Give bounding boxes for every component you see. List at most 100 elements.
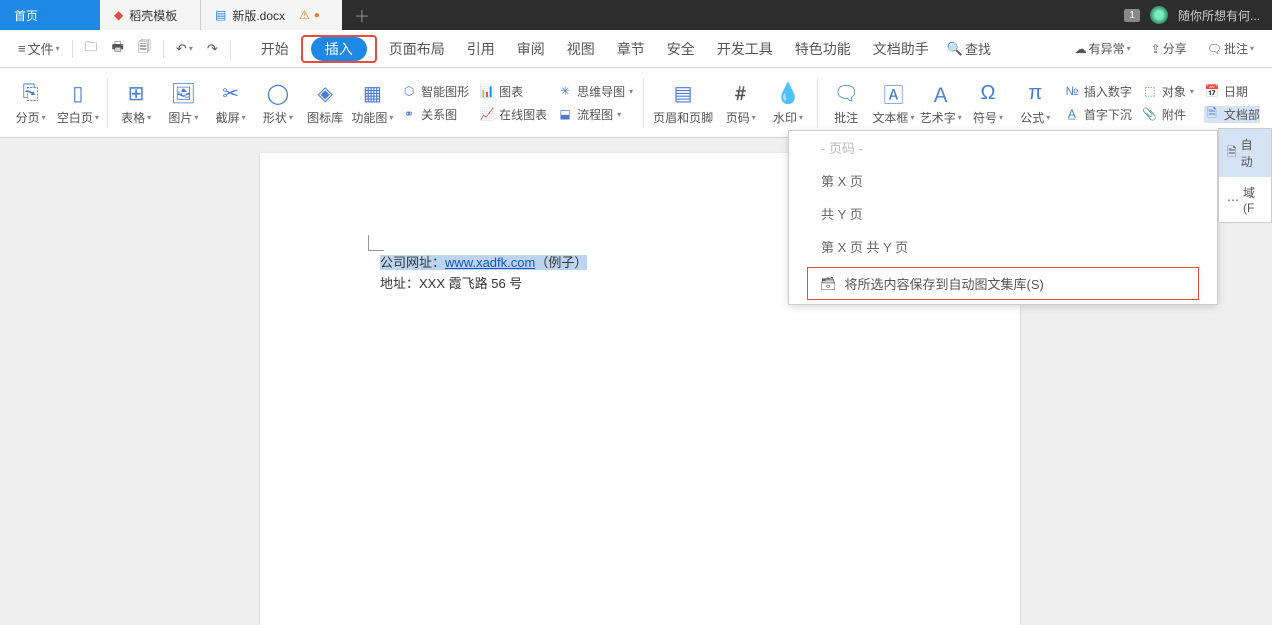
preview-icon[interactable]: 🗐: [132, 35, 157, 63]
ribbon-funcchart[interactable]: ▦ 功能图▾: [350, 72, 395, 134]
ribbon-comment[interactable]: 🗨 批注: [824, 72, 869, 134]
doc-line1-link[interactable]: www.xadfk.com: [445, 255, 535, 270]
ribbon-textbox[interactable]: 🄰 文本框▾: [871, 72, 916, 134]
menu-view[interactable]: 视图: [557, 35, 605, 63]
iconlib-icon: ◈: [311, 79, 339, 107]
ribbon-attach[interactable]: 📎附件: [1142, 106, 1194, 123]
ribbon-formula[interactable]: π 公式▾: [1013, 72, 1058, 134]
warn-icon: ⚠: [299, 8, 310, 22]
tab-template[interactable]: ◆ 稻壳模板: [100, 0, 200, 30]
share-button[interactable]: ⇪ 分享: [1145, 37, 1193, 60]
dropdown-pagenum: - 页码 -: [789, 131, 1217, 164]
chart-icon: 📊: [479, 83, 495, 99]
menu-review[interactable]: 审阅: [507, 35, 555, 63]
ribbon-headerfooter[interactable]: ▤ 页眉和页脚: [650, 72, 716, 134]
search-button[interactable]: 🔍 查找: [941, 36, 997, 61]
date-icon: 📅: [1204, 83, 1220, 99]
doc-icon: ▤: [215, 8, 226, 22]
docpart-side-panel: 🗎自动 ⋯域(F: [1218, 128, 1272, 223]
dropdown-pagex-totaly[interactable]: 第 X 页 共 Y 页: [789, 230, 1217, 263]
save-icon[interactable]: 🗀: [79, 35, 104, 63]
menu-safe[interactable]: 安全: [657, 35, 705, 63]
ribbon-mindmap[interactable]: ✳思维导图▾: [557, 83, 633, 100]
menu-special[interactable]: 特色功能: [785, 35, 861, 63]
pagenum-icon: #️: [727, 79, 755, 107]
dropdown-pagex[interactable]: 第 X 页: [789, 164, 1217, 197]
ribbon-shape[interactable]: ◯ 形状▾: [255, 72, 300, 134]
dropdown-action-label: 将所选内容保存到自动图文集库(S): [845, 274, 1044, 293]
ribbon-table[interactable]: ⊞ 表格▾: [113, 72, 158, 134]
save-gallery-icon: 🗃: [820, 276, 837, 292]
ribbon-insertnum[interactable]: №插入数字: [1064, 83, 1132, 100]
ribbon-chart[interactable]: 📊图表: [479, 83, 547, 100]
ribbon-dropcap[interactable]: A̲首字下沉: [1064, 106, 1132, 123]
textbox-icon: 🄰: [879, 79, 907, 107]
tab-home[interactable]: 首页: [0, 0, 100, 30]
app-icon: ◆: [114, 8, 123, 22]
user-label: 随你所想有何...: [1178, 7, 1260, 24]
tab-document[interactable]: ▤ 新版.docx ⚠ ●: [200, 0, 342, 30]
tab-add-button[interactable]: ＋: [342, 3, 382, 27]
blank-icon: ▯: [64, 79, 92, 107]
menu-insert[interactable]: 插入: [311, 37, 367, 61]
ribbon-watermark[interactable]: 💧 水印▾: [765, 72, 810, 134]
ribbon-iconlib[interactable]: ◈ 图标库: [303, 72, 348, 134]
notif-badge[interactable]: 1: [1124, 9, 1140, 22]
menu-chapter[interactable]: 章节: [607, 35, 655, 63]
pagebreak-icon: ⎘: [17, 79, 45, 107]
ribbon-object[interactable]: ⬚对象▾: [1142, 83, 1194, 100]
ribbon-symbol[interactable]: Ω 符号▾: [965, 72, 1010, 134]
screenshot-icon: ✂: [217, 79, 245, 107]
ribbon-blank[interactable]: ▯ 空白页▾: [55, 72, 100, 134]
field-icon: ⋯: [1227, 193, 1239, 207]
comment-icon: 🗨: [832, 79, 860, 107]
table-icon: ⊞: [122, 79, 150, 107]
menu-helper[interactable]: 文档助手: [863, 35, 939, 63]
menu-dev[interactable]: 开发工具: [707, 35, 783, 63]
dropdown-totaly[interactable]: 共 Y 页: [789, 197, 1217, 230]
menu-button[interactable]: ≡ 文件 ▾: [12, 36, 66, 61]
ribbon-wordart[interactable]: Ａ 艺术字▾: [918, 72, 963, 134]
ribbon-screenshot[interactable]: ✂ 截屏▾: [208, 72, 253, 134]
side-auto[interactable]: 🗎自动: [1219, 129, 1271, 177]
funcchart-icon: ▦: [358, 79, 386, 107]
print-icon[interactable]: 🖶: [106, 35, 130, 63]
symbol-icon: Ω: [974, 79, 1002, 107]
docpart-icon: 🗎: [1204, 106, 1220, 122]
redo-icon[interactable]: ↷: [201, 38, 224, 60]
dot-icon: ●: [314, 10, 320, 21]
insertnum-icon: №: [1064, 83, 1080, 99]
ribbon: ⎘ 分页▾ ▯ 空白页▾ ⊞ 表格▾ 🖼 图片▾ ✂ 截屏▾ ◯ 形状▾ ◈ 图…: [0, 68, 1272, 138]
ribbon-relation[interactable]: ⚭关系图: [401, 106, 469, 123]
menu-start[interactable]: 开始: [251, 35, 299, 63]
object-icon: ⬚: [1142, 83, 1158, 99]
ribbon-pagebreak[interactable]: ⎘ 分页▾: [8, 72, 53, 134]
auto-icon: 🗎: [1227, 143, 1237, 164]
ribbon-smartart[interactable]: ⬡智能图形: [401, 83, 469, 100]
dropcap-icon: A̲: [1064, 106, 1080, 122]
side-field[interactable]: ⋯域(F: [1219, 177, 1271, 222]
menu-layout[interactable]: 页面布局: [379, 35, 455, 63]
tab-doc-label: 新版.docx: [232, 7, 285, 24]
dropdown-save-to-gallery[interactable]: 🗃 将所选内容保存到自动图文集库(S): [807, 267, 1199, 300]
formula-icon: π: [1021, 79, 1049, 107]
onlinechart-icon: 📈: [479, 106, 495, 122]
docpart-dropdown: - 页码 - 第 X 页 共 Y 页 第 X 页 共 Y 页 🗃 将所选内容保存…: [788, 130, 1218, 305]
annotate-button[interactable]: 🗨 批注 ▾: [1201, 37, 1260, 60]
smartart-icon: ⬡: [401, 83, 417, 99]
abnormal-button[interactable]: ☁ 有异常 ▾: [1069, 37, 1137, 60]
quick-toolbar: ≡ 文件 ▾ 🗀 🖶 🗐 ↶ ▾ ↷ 开始 插入 页面布局 引用 审阅 视图 章…: [0, 30, 1272, 68]
undo-icon[interactable]: ↶ ▾: [170, 38, 199, 60]
ribbon-flowchart[interactable]: ⬓流程图▾: [557, 106, 633, 123]
ribbon-docpart[interactable]: 🗎文档部: [1204, 106, 1260, 123]
menu-ref[interactable]: 引用: [457, 35, 505, 63]
ribbon-online-chart[interactable]: 📈在线图表: [479, 106, 547, 123]
avatar[interactable]: [1150, 6, 1168, 24]
ribbon-pic[interactable]: 🖼 图片▾: [161, 72, 206, 134]
ribbon-date[interactable]: 📅日期: [1204, 83, 1260, 100]
mindmap-icon: ✳: [557, 83, 573, 99]
wordart-icon: Ａ: [927, 79, 955, 107]
headerfooter-icon: ▤: [669, 79, 697, 107]
ribbon-pagenum[interactable]: #️ 页码▾: [718, 72, 763, 134]
doc-line1-suf: （例子）: [535, 255, 587, 270]
